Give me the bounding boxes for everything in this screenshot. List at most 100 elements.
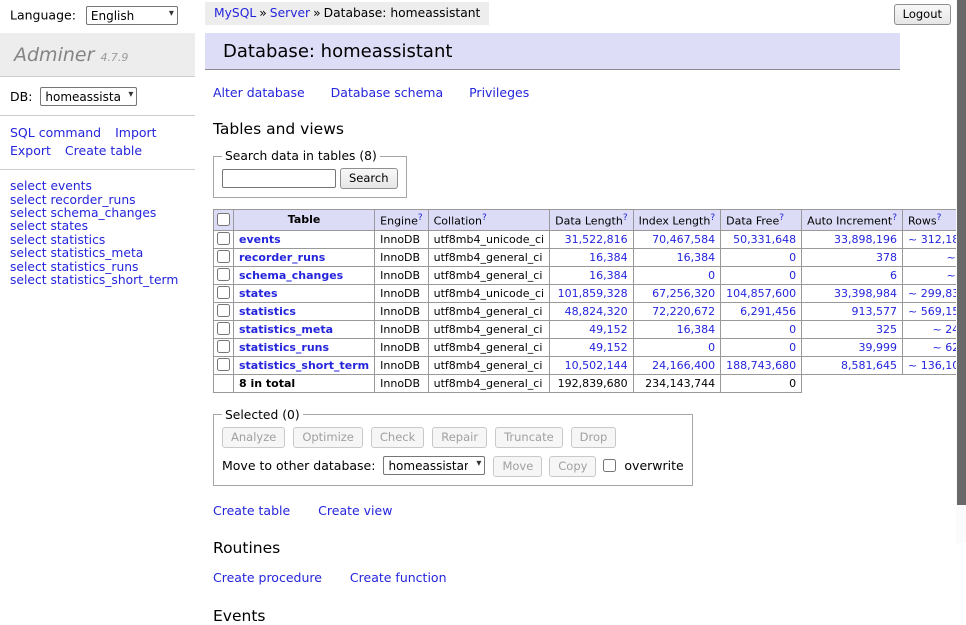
sidebar-table-link[interactable]: select statistics_meta	[10, 247, 185, 260]
data-free-link[interactable]: 188,743,680	[726, 359, 796, 372]
create-table-link[interactable]: Create table	[213, 503, 290, 518]
search-button[interactable]: Search	[340, 168, 398, 189]
sidebar-table-link[interactable]: select recorder_runs	[10, 194, 185, 207]
table-link[interactable]: events	[239, 233, 281, 246]
search-fieldset: Search data in tables (8) Search	[213, 149, 407, 198]
breadcrumb-link-server[interactable]: Server	[270, 6, 310, 20]
auto-increment-link[interactable]: 6	[890, 269, 897, 282]
index-length-link[interactable]: 24,166,400	[652, 359, 715, 372]
row-checkbox[interactable]	[217, 304, 230, 317]
sidebar-table-link[interactable]: select statistics_runs	[10, 261, 185, 274]
row-checkbox[interactable]	[217, 250, 230, 263]
sidebar-link-create-table[interactable]: Create table	[65, 143, 142, 158]
index-length-link[interactable]: 67,256,320	[652, 287, 715, 300]
move-button[interactable]: Move	[493, 456, 542, 477]
check-button[interactable]: Check	[371, 427, 424, 448]
help-link[interactable]: ?	[623, 213, 628, 223]
data-length-link[interactable]: 31,522,816	[565, 233, 628, 246]
sidebar-table-link[interactable]: select schema_changes	[10, 207, 185, 220]
table-link[interactable]: statistics_short_term	[239, 359, 369, 372]
table-link[interactable]: schema_changes	[239, 269, 343, 282]
sidebar-table-link[interactable]: select statistics	[10, 234, 185, 247]
privileges-link[interactable]: Privileges	[469, 85, 529, 100]
row-checkbox[interactable]	[217, 268, 230, 281]
data-length-link[interactable]: 49,152	[589, 341, 628, 354]
data-free-link[interactable]: 0	[789, 269, 796, 282]
data-free-link[interactable]: 104,857,600	[726, 287, 796, 300]
row-checkbox[interactable]	[217, 340, 230, 353]
header-data-free: Data Free?	[721, 210, 802, 231]
data-free-link[interactable]: 0	[789, 251, 796, 264]
optimize-button[interactable]: Optimize	[293, 427, 363, 448]
data-length-link[interactable]: 16,384	[589, 251, 628, 264]
help-link[interactable]: ?	[892, 213, 897, 223]
help-link[interactable]: ?	[779, 213, 784, 223]
database-schema-link[interactable]: Database schema	[331, 85, 443, 100]
data-length-link[interactable]: 48,824,320	[565, 305, 628, 318]
index-length-link[interactable]: 70,467,584	[652, 233, 715, 246]
data-free-link[interactable]: 50,331,648	[733, 233, 796, 246]
auto-increment-link[interactable]: 325	[876, 323, 897, 336]
vertical-scrollbar[interactable]	[956, 0, 966, 543]
data-length-link[interactable]: 10,502,144	[565, 359, 628, 372]
data-free-link[interactable]: 0	[789, 323, 796, 336]
data-length-link[interactable]: 49,152	[589, 323, 628, 336]
analyze-button[interactable]: Analyze	[222, 427, 285, 448]
index-length-link[interactable]: 72,220,672	[652, 305, 715, 318]
sidebar-link-sql-command[interactable]: SQL command	[10, 125, 101, 140]
language-select[interactable]: English	[86, 6, 178, 25]
create-procedure-link[interactable]: Create procedure	[213, 570, 322, 585]
sidebar-link-export[interactable]: Export	[10, 143, 51, 158]
repair-button[interactable]: Repair	[432, 427, 487, 448]
breadcrumb-link-mysql[interactable]: MySQL	[214, 6, 256, 20]
index-length-link[interactable]: 0	[708, 341, 715, 354]
truncate-button[interactable]: Truncate	[495, 427, 563, 448]
auto-increment-link[interactable]: 913,577	[852, 305, 898, 318]
row-checkbox[interactable]	[217, 232, 230, 245]
sidebar-table-link[interactable]: select states	[10, 220, 185, 233]
scrollbar-thumb[interactable]	[957, 0, 966, 505]
index-length-link[interactable]: 16,384	[677, 251, 716, 264]
help-link[interactable]: ?	[937, 213, 942, 223]
overwrite-checkbox[interactable]	[603, 459, 616, 472]
alter-database-link[interactable]: Alter database	[213, 85, 305, 100]
row-checkbox[interactable]	[217, 358, 230, 371]
auto-increment-link[interactable]: 378	[876, 251, 897, 264]
data-free-link[interactable]: 0	[789, 341, 796, 354]
move-db-select[interactable]: homeassistant	[383, 456, 485, 475]
db-select[interactable]: homeassistant	[40, 87, 137, 106]
sidebar-table-link[interactable]: select events	[10, 180, 185, 193]
routines-heading: Routines	[213, 539, 956, 557]
table-link[interactable]: statistics_runs	[239, 341, 329, 354]
help-link[interactable]: ?	[482, 213, 487, 223]
engine-cell: InnoDB	[375, 284, 428, 302]
table-link[interactable]: statistics	[239, 305, 296, 318]
auto-increment-link[interactable]: 8,581,645	[841, 359, 897, 372]
data-free-link[interactable]: 6,291,456	[740, 305, 796, 318]
row-checkbox[interactable]	[217, 286, 230, 299]
row-checkbox[interactable]	[217, 322, 230, 335]
copy-button[interactable]: Copy	[549, 456, 596, 477]
drop-button[interactable]: Drop	[571, 427, 617, 448]
sidebar-link-import[interactable]: Import	[115, 125, 157, 140]
auto-increment-link[interactable]: 33,898,196	[834, 233, 897, 246]
help-link[interactable]: ?	[710, 213, 715, 223]
create-function-link[interactable]: Create function	[350, 570, 447, 585]
data-length-link[interactable]: 101,859,328	[558, 287, 628, 300]
help-link[interactable]: ?	[418, 213, 423, 223]
index-length-link[interactable]: 0	[708, 269, 715, 282]
logout-button[interactable]: Logout	[894, 4, 951, 25]
table-link[interactable]: recorder_runs	[239, 251, 325, 264]
auto-increment-link[interactable]: 33,398,984	[834, 287, 897, 300]
table-link[interactable]: statistics_meta	[239, 323, 333, 336]
table-link[interactable]: states	[239, 287, 278, 300]
data-length-link[interactable]: 16,384	[589, 269, 628, 282]
app-version: 4.7.9	[100, 51, 128, 64]
index-length-link[interactable]: 16,384	[677, 323, 716, 336]
auto-increment-link[interactable]: 39,999	[859, 341, 898, 354]
header-data-length: Data Length?	[550, 210, 633, 231]
sidebar-table-link[interactable]: select statistics_short_term	[10, 274, 185, 287]
search-input[interactable]	[222, 169, 336, 188]
select-all-checkbox[interactable]	[217, 213, 230, 226]
create-view-link[interactable]: Create view	[318, 503, 392, 518]
